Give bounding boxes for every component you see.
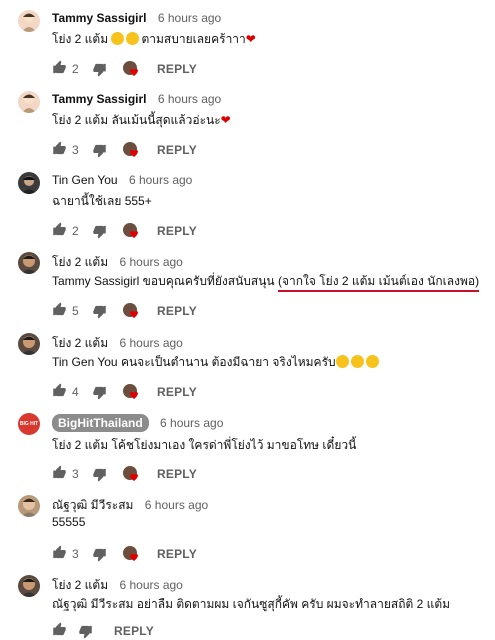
comment-time[interactable]: 6 hours ago — [129, 173, 192, 187]
reply-button[interactable]: REPLY — [157, 467, 197, 481]
reply-button[interactable]: REPLY — [157, 385, 197, 399]
avatar[interactable] — [18, 252, 40, 274]
creator-heart-icon — [122, 141, 140, 162]
reply-button[interactable]: REPLY — [157, 547, 197, 561]
avatar[interactable] — [18, 91, 40, 113]
blowing-kiss-emoji-icon — [350, 355, 364, 368]
creator-heart-icon — [122, 60, 140, 81]
reply-button[interactable]: REPLY — [157, 143, 197, 157]
creator-heart-icon — [122, 222, 140, 243]
thumbs-up-icon[interactable] — [52, 383, 67, 398]
comment-time[interactable]: 6 hours ago — [119, 578, 182, 592]
thumbs-up-icon[interactable] — [52, 60, 67, 75]
reply-button[interactable]: REPLY — [157, 224, 197, 238]
thumbs-down-icon[interactable] — [92, 547, 107, 562]
laughing-emoji-icon — [126, 32, 140, 45]
avatar[interactable] — [18, 575, 40, 597]
thumbs-up-icon[interactable] — [52, 302, 67, 317]
blowing-kiss-emoji-icon — [365, 355, 379, 368]
thumbs-up-icon[interactable] — [52, 545, 67, 560]
like-count: 2 — [72, 62, 79, 76]
comment-time[interactable]: 6 hours ago — [145, 498, 208, 512]
comment-time[interactable]: 6 hours ago — [158, 11, 221, 25]
avatar[interactable] — [18, 495, 40, 517]
avatar-text: BIG HIT — [19, 421, 39, 427]
comment-text: โย่ง 2 แต้ม โค้ชโย่งมาเอง ใครด่าพี่โย่งไ… — [52, 438, 357, 452]
avatar[interactable]: BIG HIT — [18, 413, 40, 435]
creator-heart-icon — [122, 465, 140, 486]
thumbs-up-icon[interactable] — [52, 622, 67, 637]
creator-heart-icon — [122, 302, 140, 323]
comment-author-badge[interactable]: BigHitThailand — [52, 414, 149, 432]
comment-author[interactable]: Tammy Sassigirl — [52, 11, 147, 25]
creator-heart-icon — [122, 545, 140, 566]
thumbs-down-icon[interactable] — [78, 624, 93, 639]
thumbs-up-icon[interactable] — [52, 465, 67, 480]
thumbs-up-icon[interactable] — [52, 141, 67, 156]
like-count: 3 — [72, 467, 79, 481]
comment-text: Tammy Sassigirl ขอบคุณครับที่ยังสนับสนุน… — [52, 272, 480, 292]
comment-time[interactable]: 6 hours ago — [158, 92, 221, 106]
like-count: 5 — [72, 304, 79, 318]
heart-icon: ❤ — [245, 32, 256, 46]
thumbs-down-icon[interactable] — [92, 62, 107, 77]
comment-author[interactable]: โย่ง 2 แต้ม — [52, 255, 108, 269]
comment-author[interactable]: Tammy Sassigirl — [52, 92, 147, 106]
thumbs-up-icon[interactable] — [52, 222, 67, 237]
comment-text: 55555 — [52, 515, 86, 529]
thumbs-down-icon[interactable] — [92, 385, 107, 400]
comment-author[interactable]: โย่ง 2 แต้ม — [52, 336, 108, 350]
comment-author[interactable]: ณัฐวุฒิ มีวีระสม — [52, 498, 133, 512]
comment-text: โย่ง 2 แต้ม ตามสบายเลยคร้าาา❤ — [52, 32, 256, 46]
comment-time[interactable]: 6 hours ago — [119, 336, 182, 350]
reply-button[interactable]: REPLY — [157, 304, 197, 318]
comment-text: ฉายานี้ใช้เลย 555+ — [52, 194, 152, 208]
reply-button[interactable]: REPLY — [114, 624, 154, 638]
blowing-kiss-emoji-icon — [335, 355, 349, 368]
like-count: 2 — [72, 224, 79, 238]
creator-heart-icon — [122, 383, 140, 404]
comment-author[interactable]: โย่ง 2 แต้ม — [52, 578, 108, 592]
comment-time[interactable]: 6 hours ago — [119, 255, 182, 269]
thumbs-down-icon[interactable] — [92, 143, 107, 158]
avatar[interactable] — [18, 333, 40, 355]
laughing-emoji-icon — [111, 32, 125, 45]
comment-text: โย่ง 2 แต้ม ลันเม้นนี้สุดแล้วอ่ะนะ❤ — [52, 113, 231, 127]
thumbs-down-icon[interactable] — [92, 467, 107, 482]
thumbs-down-icon[interactable] — [92, 224, 107, 239]
like-count: 3 — [72, 143, 79, 157]
heart-icon: ❤ — [220, 113, 231, 127]
comment-text: Tin Gen You คนจะเป็นตำนาน ต้องมีฉายา จริ… — [52, 353, 381, 372]
comment-text: ณัฐวุฒิ มีวีระสม อย่าลืม ติดตามผม เจกันซ… — [52, 597, 451, 611]
avatar[interactable] — [18, 172, 40, 194]
like-count: 4 — [72, 385, 79, 399]
comment-author[interactable]: Tin Gen You — [52, 173, 118, 187]
reply-button[interactable]: REPLY — [157, 62, 197, 76]
like-count: 3 — [72, 547, 79, 561]
avatar[interactable] — [18, 10, 40, 32]
underlined-text: (จากใจ โย่ง 2 แต้ม เม้นต์เอง นักเลงพอ) — [277, 274, 480, 292]
comment-time[interactable]: 6 hours ago — [160, 416, 223, 430]
thumbs-down-icon[interactable] — [92, 304, 107, 319]
